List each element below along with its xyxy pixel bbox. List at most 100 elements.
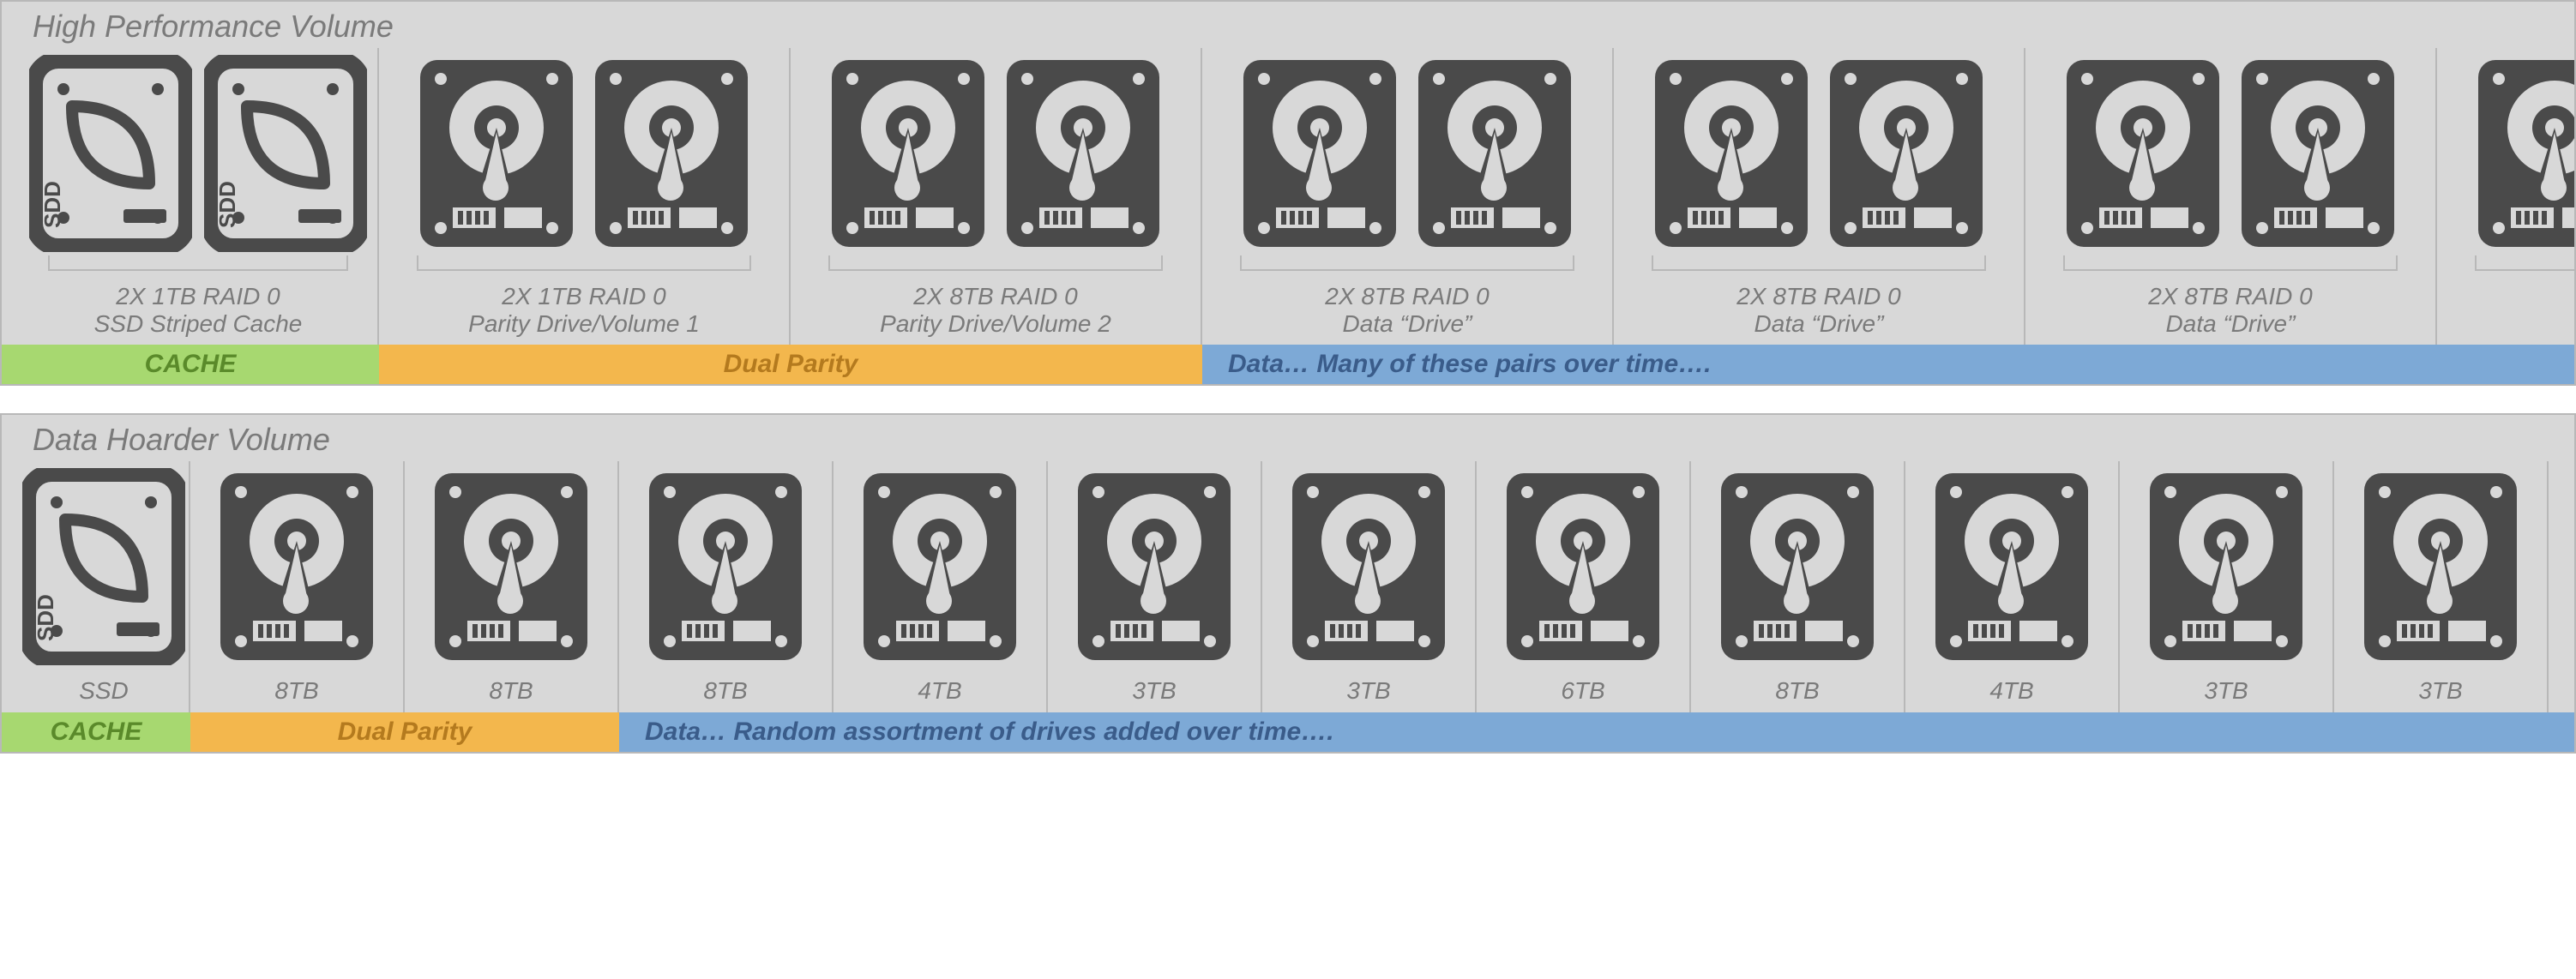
category-row: CACHEDual ParityData… Random assortment … (2, 712, 2574, 752)
category-data: Data… Random assortment of drives added … (619, 712, 2574, 752)
category-cache: CACHE (2, 712, 190, 752)
drive-pair: 2X 8TB RAID 0Data “Drive” (1202, 48, 1614, 345)
drive-desc: 8TB (1766, 677, 1827, 705)
drive-desc: 3TB (2410, 677, 2471, 705)
hdd-icon (1716, 468, 1879, 665)
drive-single: 3TB (1048, 461, 1262, 712)
drive-row: SDD SDD 2X 1TB RAID 0SSD Striped Cache (2, 48, 2574, 345)
bracket (48, 255, 348, 271)
drive-pair: 2X 8TB RAID 0Data “Drive” (2025, 48, 2437, 345)
drive-desc-line1: 8TB (1775, 677, 1819, 705)
drive-pair: 2X 8TB RAID 0Parity Drive/Volume 2 (791, 48, 1202, 345)
drive-single: 3TB (2120, 461, 2334, 712)
drive-desc-line1: 2X 8TB RAID 0 (2148, 283, 2312, 310)
drive-desc-line1: 2X 8TB RAID 0 (880, 283, 1111, 310)
drive-desc: 8TB (695, 677, 755, 705)
drive-desc-line1: 4TB (918, 677, 961, 705)
drive-pair: 2X 8TB RAID 0Data “Drive” (1614, 48, 2025, 345)
drive-desc: RAID 0Data “Drive” (2569, 283, 2576, 338)
svg-text:SDD: SDD (33, 594, 58, 641)
drive-desc-line1: SSD (79, 677, 129, 705)
volume-panel: Data Hoarder Volume SDD SSD 8TB (0, 413, 2576, 753)
drive-desc-line2: SSD Striped Cache (94, 310, 303, 338)
category-row: CACHEDual ParityData… Many of these pair… (2, 345, 2574, 384)
drive-single: 8TB (190, 461, 405, 712)
drive-desc: 2X 1TB RAID 0SSD Striped Cache (86, 283, 311, 338)
ssd-icon: SDD (204, 55, 367, 252)
drive-desc: 2X 8TB RAID 0Parity Drive/Volume 2 (871, 283, 1120, 338)
drive-desc-line1: 8TB (489, 677, 533, 705)
hdd-icon (2236, 55, 2399, 252)
hdd-icon (2359, 468, 2522, 665)
drive-desc-line1: 4TB (1989, 677, 2033, 705)
hdd-icon (415, 55, 578, 252)
drive-desc-line1: 2X 8TB RAID 0 (1736, 283, 1900, 310)
drive-pair: 2X 1TB RAID 0Parity Drive/Volume 1 (379, 48, 791, 345)
drive-pair: SDD SDD 2X 1TB RAID 0SSD Striped Cache (2, 48, 379, 345)
drive-single: SDD SSD (2, 461, 190, 712)
hdd-icon (1073, 468, 1236, 665)
category-parity: Dual Parity (190, 712, 619, 752)
hdd-icon (1413, 55, 1576, 252)
drive-desc: 3TB (2195, 677, 2256, 705)
drive-desc-line2: Data “Drive” (1325, 310, 1489, 338)
drive-desc: 4TB (909, 677, 970, 705)
hdd-icon (1502, 468, 1664, 665)
drive-desc-line1: 6TB (1561, 677, 1604, 705)
hdd-icon (1825, 55, 1988, 252)
drive-desc-line2: Data “Drive” (2148, 310, 2312, 338)
category-cache: CACHE (2, 345, 379, 384)
svg-text:SDD: SDD (39, 181, 65, 228)
hdd-icon (1930, 468, 2093, 665)
drive-desc: 3TB (1123, 677, 1184, 705)
drive-single: 3TB (2334, 461, 2549, 712)
hdd-icon (1650, 55, 1813, 252)
hdd-icon (827, 55, 990, 252)
drive-single: 8TB (1691, 461, 1905, 712)
hdd-icon (1238, 55, 1401, 252)
drive-desc-line1: 2X 1TB RAID 0 (94, 283, 303, 310)
drive-desc: 8TB (266, 677, 327, 705)
hdd-icon (858, 468, 1021, 665)
drive-single: 3TB (1262, 461, 1477, 712)
bracket (828, 255, 1163, 271)
drive-single: 6TB (1477, 461, 1691, 712)
drive-single: 8TB (405, 461, 619, 712)
hdd-icon (2473, 55, 2576, 252)
drive-desc-line1: 3TB (1346, 677, 1390, 705)
svg-text:SDD: SDD (214, 181, 240, 228)
volume-panel: High Performance Volume SDD SDD 2X 1TB R… (0, 0, 2576, 386)
hdd-icon (644, 468, 807, 665)
drive-single: 6TB (2549, 461, 2576, 712)
drive-desc-line1: 2X 8TB RAID 0 (1325, 283, 1489, 310)
drive-desc-line1: 2X 1TB RAID 0 (468, 283, 700, 310)
volume-title: Data Hoarder Volume (2, 415, 2574, 461)
drive-single: 8TB (619, 461, 834, 712)
drive-desc: 3TB (1338, 677, 1399, 705)
bracket (1240, 255, 1574, 271)
drive-desc: 2X 1TB RAID 0Parity Drive/Volume 1 (460, 283, 708, 338)
hdd-icon (1287, 468, 1450, 665)
drive-row: SDD SSD 8TB 8TB (2, 461, 2574, 712)
hdd-icon (2061, 55, 2224, 252)
drive-desc-line1: 3TB (2204, 677, 2248, 705)
drive-desc-line2: Parity Drive/Volume 2 (880, 310, 1111, 338)
drive-desc: 4TB (1981, 677, 2042, 705)
drive-desc: SSD (70, 677, 137, 705)
bracket (2475, 255, 2576, 271)
drive-desc-line2: Parity Drive/Volume 1 (468, 310, 700, 338)
bracket (2063, 255, 2398, 271)
drive-single: 4TB (834, 461, 1048, 712)
hdd-icon (215, 468, 378, 665)
bracket (1652, 255, 1986, 271)
ssd-icon: SDD (29, 55, 192, 252)
drive-desc: 2X 8TB RAID 0Data “Drive” (1728, 283, 1909, 338)
drive-desc-line1: 8TB (703, 677, 747, 705)
volume-title: High Performance Volume (2, 2, 2574, 48)
hdd-icon (430, 468, 593, 665)
drive-desc: 6TB (1552, 677, 1613, 705)
drive-desc: 8TB (480, 677, 541, 705)
hdd-icon (2145, 468, 2308, 665)
hdd-icon (1002, 55, 1165, 252)
bracket (417, 255, 751, 271)
